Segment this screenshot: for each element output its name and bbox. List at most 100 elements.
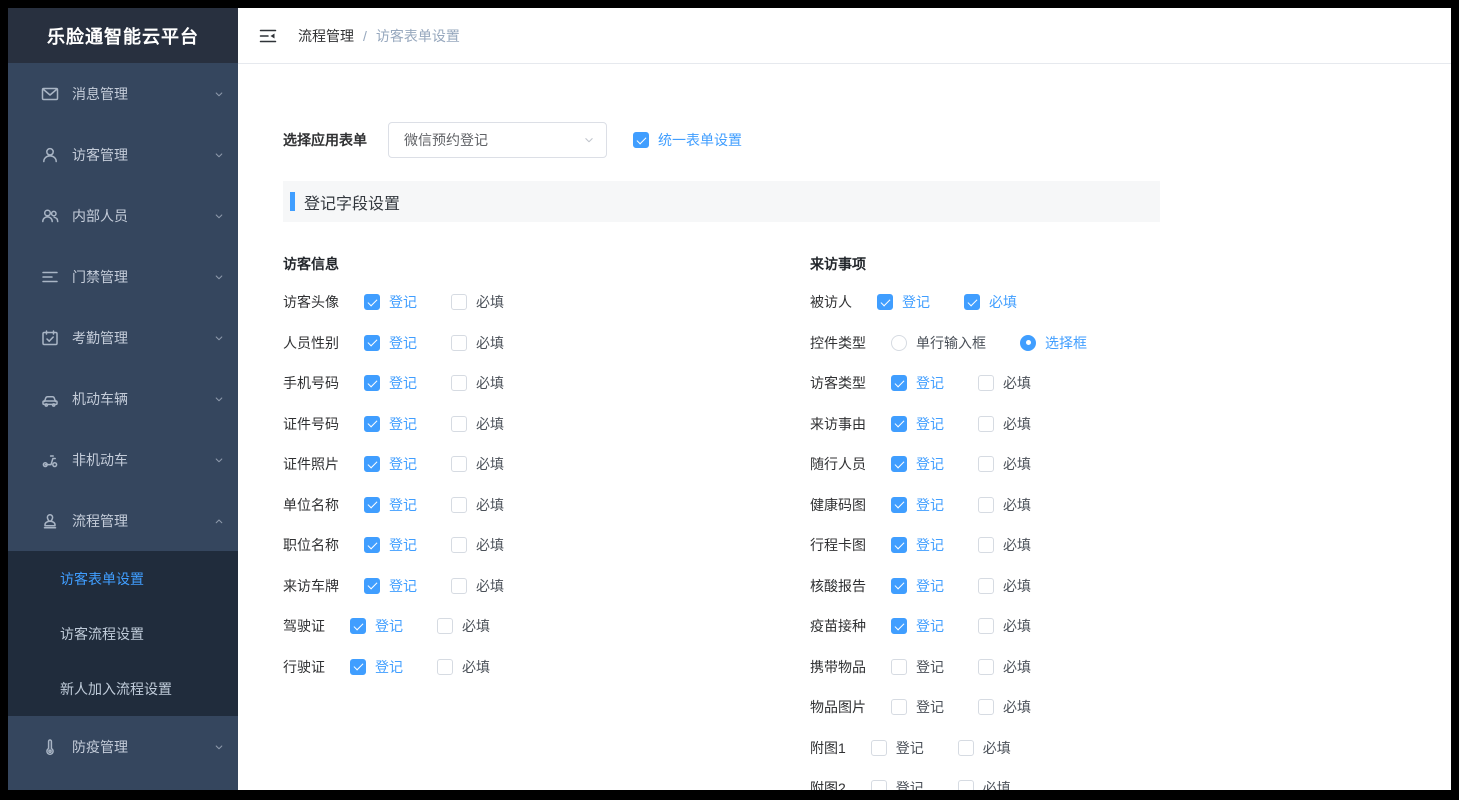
field-name: 控件类型	[810, 333, 866, 353]
register-checkbox[interactable]: 登记	[891, 657, 944, 677]
required-checkbox[interactable]: 必填	[451, 576, 504, 596]
required-checkbox[interactable]: 必填	[451, 414, 504, 434]
required-label: 必填	[476, 495, 504, 515]
required-checkbox[interactable]: 必填	[978, 697, 1031, 717]
unified-form-checkbox[interactable]: 统一表单设置	[633, 130, 742, 150]
checkbox-icon	[978, 537, 994, 553]
register-checkbox[interactable]: 登记	[350, 657, 403, 677]
field-name: 核酸报告	[810, 576, 866, 596]
register-checkbox[interactable]: 登记	[891, 535, 944, 555]
sidebar-item[interactable]: 防疫管理	[8, 716, 238, 777]
control-type-radio[interactable]: 选择框	[1020, 333, 1087, 353]
required-checkbox[interactable]: 必填	[978, 495, 1031, 515]
chevron-up-icon	[212, 514, 226, 528]
required-checkbox[interactable]: 必填	[451, 454, 504, 474]
chevron-down-icon	[212, 148, 226, 162]
collapse-sidebar-icon[interactable]	[258, 26, 278, 46]
visit-matter-title: 来访事项	[810, 254, 1451, 274]
field-row: 附图2登记必填	[810, 768, 1451, 790]
sidebar-item[interactable]: 访客管理	[8, 124, 238, 185]
sidebar-item[interactable]: 考勤管理	[8, 307, 238, 368]
checkbox-checked-icon	[364, 456, 380, 472]
register-checkbox[interactable]: 登记	[364, 454, 417, 474]
sidebar-item[interactable]: 消息管理	[8, 63, 238, 124]
register-checkbox[interactable]: 登记	[871, 778, 924, 790]
field-name: 证件照片	[283, 454, 339, 474]
register-checkbox[interactable]: 登记	[891, 576, 944, 596]
required-checkbox[interactable]: 必填	[978, 535, 1031, 555]
sidebar-item[interactable]: 非机动车	[8, 429, 238, 490]
section-title: 登记字段设置	[304, 190, 400, 214]
register-checkbox[interactable]: 登记	[891, 414, 944, 434]
page-content: 选择应用表单 微信预约登记 统一表单设置 登记字段设置 访客信息	[238, 64, 1451, 790]
register-label: 登记	[916, 414, 944, 434]
checkbox-checked-icon	[364, 294, 380, 310]
register-checkbox[interactable]: 登记	[877, 292, 930, 312]
required-checkbox[interactable]: 必填	[978, 657, 1031, 677]
required-checkbox[interactable]: 必填	[964, 292, 1017, 312]
envelope-icon	[40, 84, 60, 104]
register-checkbox[interactable]: 登记	[364, 495, 417, 515]
register-checkbox[interactable]: 登记	[891, 616, 944, 636]
field-name: 随行人员	[810, 454, 866, 474]
topbar: 流程管理 / 访客表单设置	[238, 8, 1451, 64]
required-checkbox[interactable]: 必填	[978, 616, 1031, 636]
sidebar-item-label: 流程管理	[72, 511, 212, 531]
register-checkbox[interactable]: 登记	[364, 414, 417, 434]
checkbox-icon	[451, 578, 467, 594]
sidebar-item[interactable]: 机动车辆	[8, 368, 238, 429]
checkbox-icon	[958, 740, 974, 756]
required-checkbox[interactable]: 必填	[451, 535, 504, 555]
sidebar-subitem[interactable]: 访客流程设置	[8, 606, 238, 661]
required-checkbox[interactable]: 必填	[451, 373, 504, 393]
required-checkbox[interactable]: 必填	[978, 414, 1031, 434]
register-label: 登记	[389, 414, 417, 434]
register-label: 登记	[896, 738, 924, 758]
register-label: 登记	[896, 778, 924, 790]
breadcrumb-parent[interactable]: 流程管理	[298, 26, 354, 46]
app-form-select[interactable]: 微信预约登记	[388, 122, 607, 158]
sidebar-subitem-active[interactable]: 访客表单设置	[8, 551, 238, 606]
register-checkbox[interactable]: 登记	[364, 292, 417, 312]
checkbox-checked-icon	[350, 659, 366, 675]
required-checkbox[interactable]: 必填	[451, 333, 504, 353]
checkbox-icon	[978, 699, 994, 715]
sidebar-item[interactable]: 门禁管理	[8, 246, 238, 307]
required-checkbox[interactable]: 必填	[437, 616, 490, 636]
chevron-down-icon	[212, 331, 226, 345]
checkbox-icon	[871, 740, 887, 756]
required-checkbox[interactable]: 必填	[978, 373, 1031, 393]
checkbox-icon	[978, 456, 994, 472]
sidebar-subitem[interactable]: 新人加入流程设置	[8, 661, 238, 716]
register-checkbox[interactable]: 登记	[364, 576, 417, 596]
required-checkbox[interactable]: 必填	[958, 738, 1011, 758]
required-checkbox[interactable]: 必填	[437, 657, 490, 677]
sidebar-item-label: 访客管理	[72, 145, 212, 165]
required-checkbox[interactable]: 必填	[451, 292, 504, 312]
required-label: 必填	[1003, 657, 1031, 677]
register-checkbox[interactable]: 登记	[364, 373, 417, 393]
checkbox-checked-icon	[891, 497, 907, 513]
required-checkbox[interactable]: 必填	[958, 778, 1011, 790]
required-checkbox[interactable]: 必填	[451, 495, 504, 515]
control-type-radio[interactable]: 单行输入框	[891, 333, 986, 353]
register-checkbox[interactable]: 登记	[891, 495, 944, 515]
breadcrumb-separator: /	[363, 28, 367, 44]
checkbox-icon	[451, 335, 467, 351]
register-checkbox[interactable]: 登记	[350, 616, 403, 636]
required-label: 必填	[462, 657, 490, 677]
main-area: 流程管理 / 访客表单设置 选择应用表单 微信预约登记 统一表单设置	[238, 8, 1451, 790]
register-checkbox[interactable]: 登记	[891, 697, 944, 717]
register-label: 登记	[916, 373, 944, 393]
checkbox-icon	[451, 456, 467, 472]
register-checkbox[interactable]: 登记	[891, 373, 944, 393]
register-checkbox[interactable]: 登记	[364, 333, 417, 353]
required-checkbox[interactable]: 必填	[978, 576, 1031, 596]
sidebar-item[interactable]: 内部人员	[8, 185, 238, 246]
register-checkbox[interactable]: 登记	[891, 454, 944, 474]
sidebar-item[interactable]: 流程管理	[8, 490, 238, 551]
required-checkbox[interactable]: 必填	[978, 454, 1031, 474]
register-label: 登记	[916, 697, 944, 717]
register-checkbox[interactable]: 登记	[871, 738, 924, 758]
register-checkbox[interactable]: 登记	[364, 535, 417, 555]
